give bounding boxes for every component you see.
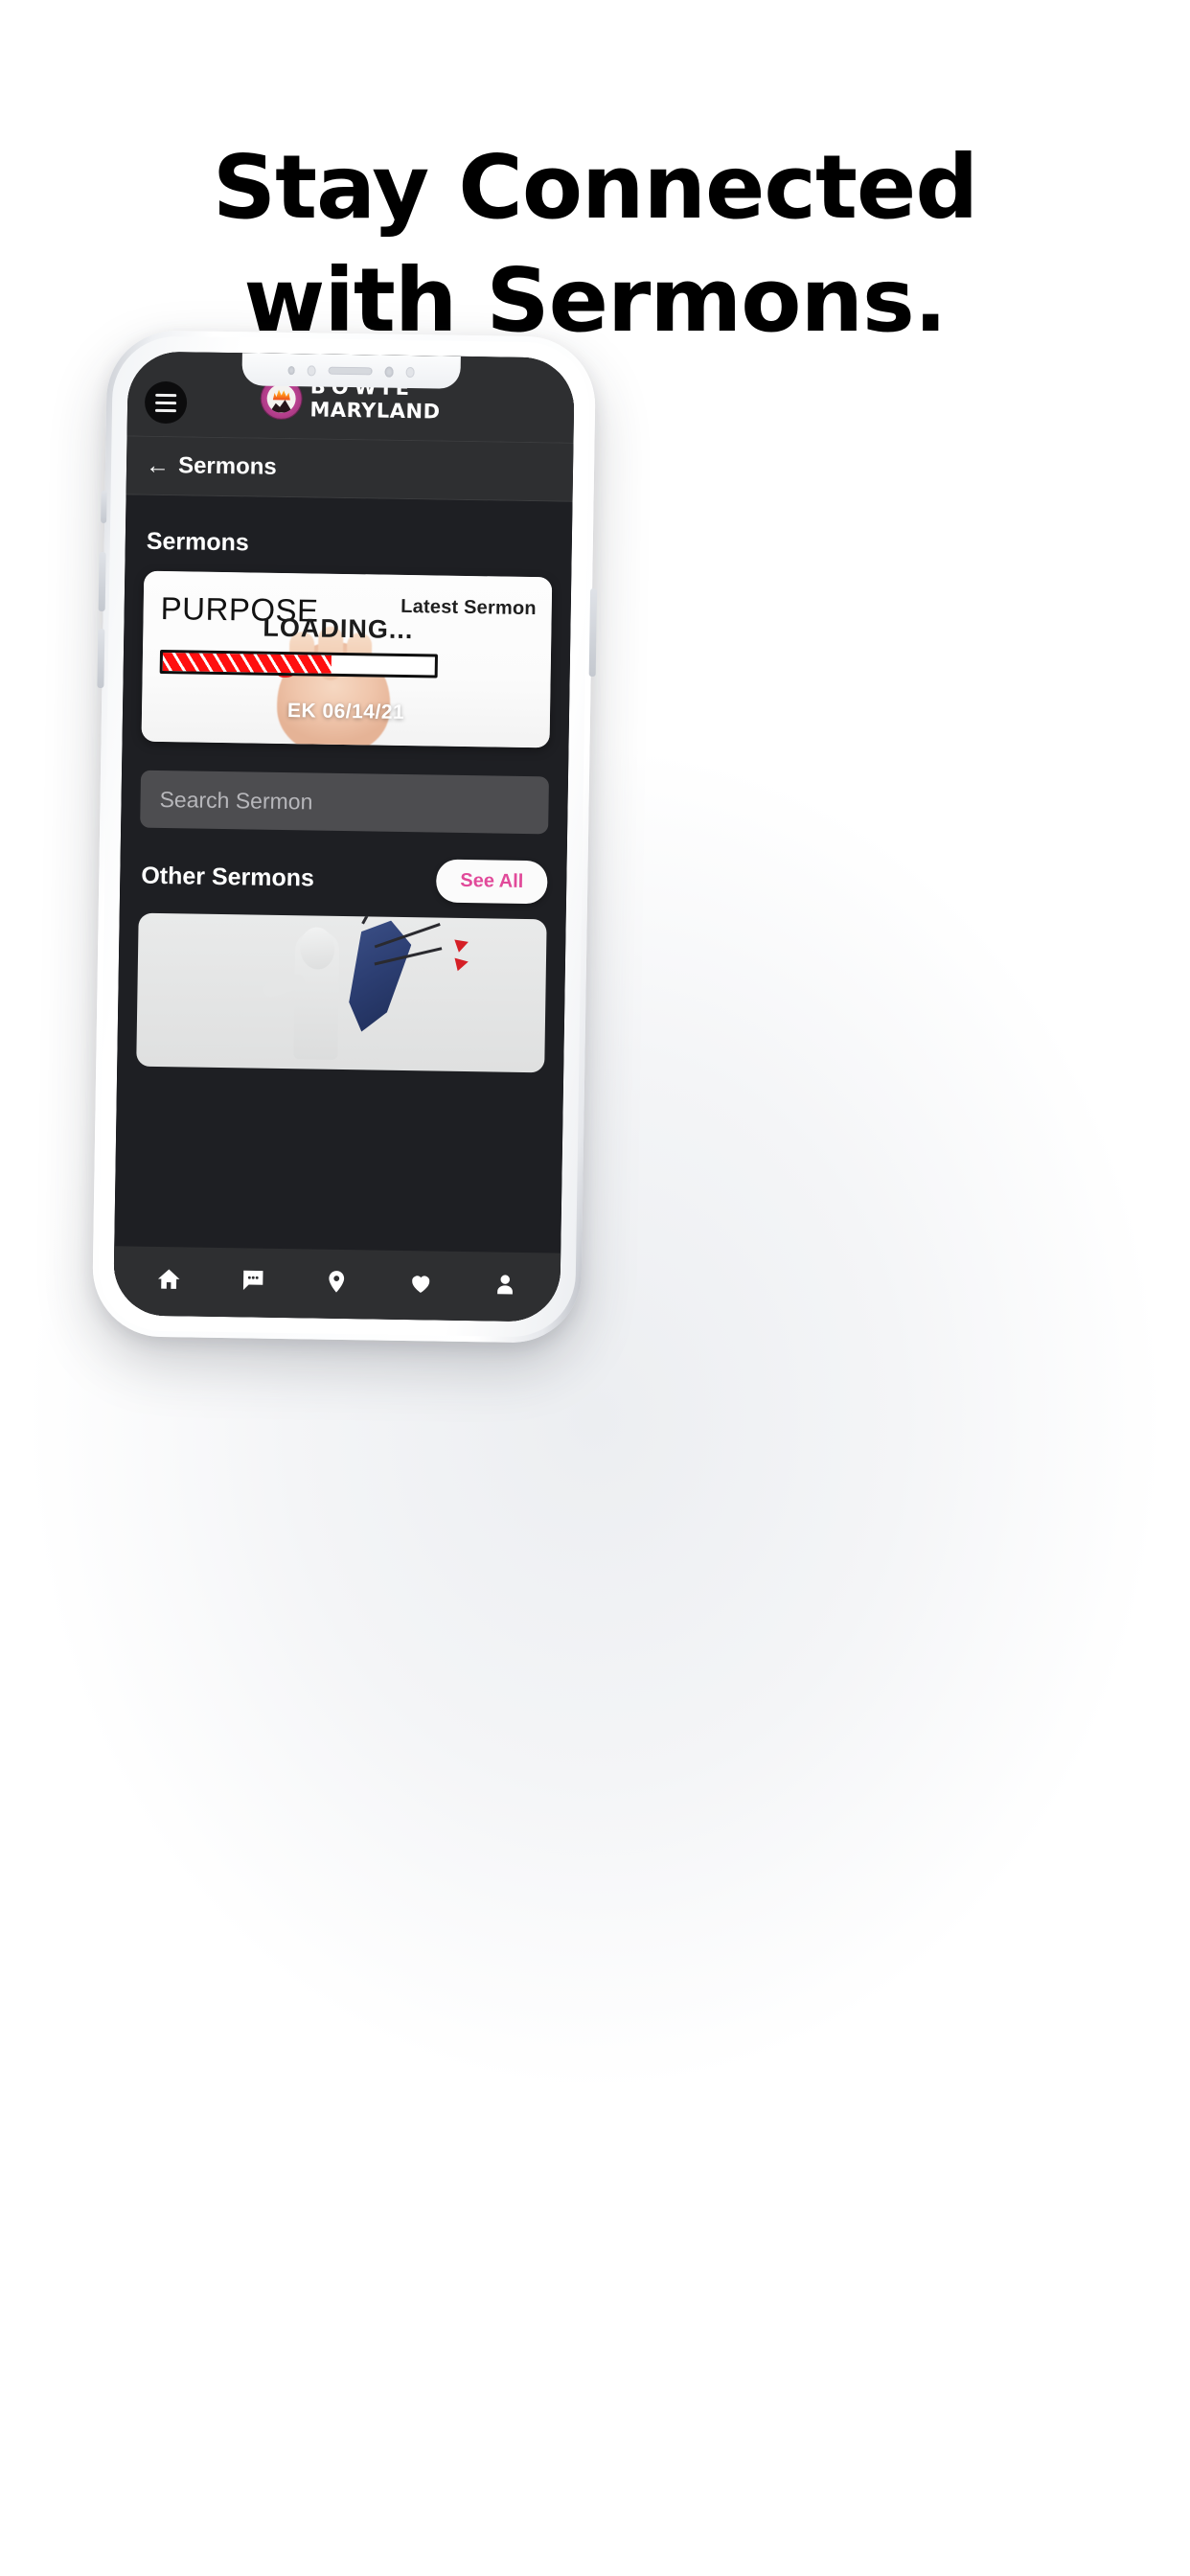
artwork-progress-bar — [159, 649, 439, 678]
promo-headline-line1: Stay Connected — [212, 136, 978, 239]
arrow-head-icon — [454, 954, 470, 972]
search-input-placeholder[interactable]: Search Sermon — [159, 786, 312, 815]
map-pin-icon — [329, 1270, 345, 1293]
volume-down-button[interactable] — [97, 628, 105, 689]
phone-notch — [241, 353, 461, 389]
ambient-light-sensor-icon — [307, 364, 316, 376]
arrow-head-icon — [454, 935, 471, 953]
person-icon — [496, 1274, 513, 1294]
promo-headline: Stay Connected with Sermons. — [0, 144, 1190, 345]
heart-icon — [412, 1275, 430, 1293]
tab-messages[interactable] — [226, 1258, 281, 1301]
hamburger-menu-icon[interactable] — [144, 380, 188, 425]
shield-icon — [336, 914, 416, 1039]
front-camera-icon — [384, 366, 394, 378]
back-bar-title: Sermons — [177, 452, 277, 480]
back-arrow-icon[interactable]: ← — [146, 451, 170, 478]
earpiece-speaker-icon — [328, 366, 373, 376]
artwork-word-loading: LOADING... — [263, 612, 414, 645]
featured-sermon-card[interactable]: PURPOSE LOADING... Latest Sermon EK 06/1… — [141, 570, 553, 748]
see-all-button[interactable]: See All — [435, 859, 548, 905]
back-navigation-bar[interactable]: ← Sermons — [126, 435, 574, 502]
page-title: Sermons — [146, 527, 250, 557]
search-sermon-field[interactable]: Search Sermon — [140, 770, 550, 835]
bottom-tab-bar — [113, 1246, 561, 1322]
silent-switch[interactable] — [101, 490, 107, 524]
volume-up-button[interactable] — [98, 551, 106, 612]
brand-line-2: MARYLAND — [309, 398, 441, 424]
dot-projector-icon — [405, 366, 415, 378]
sermons-screen-content: Sermons PURPOSE LOADING... Latest Sermon… — [113, 494, 573, 1322]
latest-sermon-badge: Latest Sermon — [400, 595, 537, 620]
power-button[interactable] — [588, 588, 598, 678]
tab-home[interactable] — [142, 1257, 196, 1300]
artwork-progress-fill — [162, 653, 332, 674]
phone-screen: BOWIE MARYLAND ← Sermons Sermons — [113, 351, 575, 1322]
phone-mockup: BOWIE MARYLAND ← Sermons Sermons — [91, 330, 598, 1344]
flame-icon — [272, 388, 291, 400]
home-icon — [158, 1269, 180, 1289]
chat-bubble-icon — [242, 1270, 263, 1290]
other-sermons-header: Other Sermons See All — [120, 827, 567, 919]
proximity-sensor-icon — [287, 365, 295, 375]
tab-profile[interactable] — [478, 1262, 533, 1305]
other-sermon-thumbnail[interactable] — [136, 912, 547, 1073]
other-sermons-title: Other Sermons — [141, 862, 315, 892]
tab-favorites[interactable] — [394, 1261, 448, 1304]
tab-locations[interactable] — [309, 1260, 364, 1303]
